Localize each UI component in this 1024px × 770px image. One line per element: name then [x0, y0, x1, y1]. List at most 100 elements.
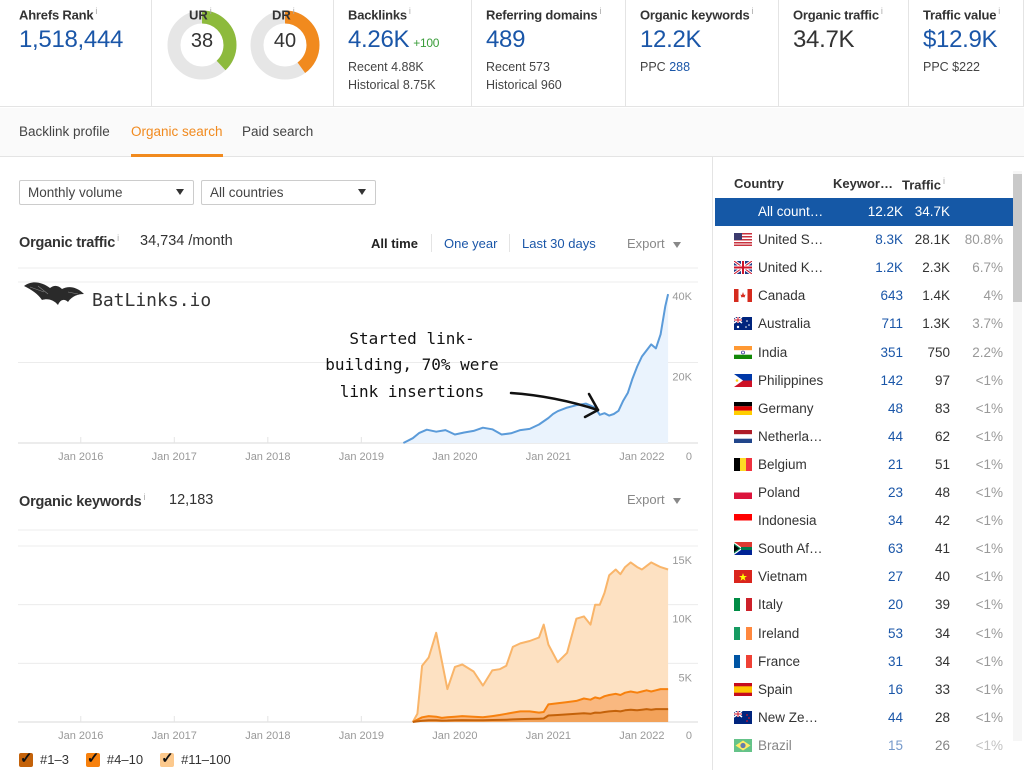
range-one-year[interactable]: One year	[444, 236, 497, 251]
info-icon[interactable]: i	[943, 176, 945, 186]
country-keywords[interactable]: 142	[880, 373, 903, 388]
checkbox-icon[interactable]	[19, 749, 33, 767]
y-tick-label: 0	[686, 451, 692, 463]
volume-select[interactable]: Monthly volume	[19, 180, 194, 205]
country-row[interactable]: Germany 48 83 <1%	[715, 395, 1013, 423]
country-keywords[interactable]: 53	[888, 626, 903, 641]
scrollbar-thumb[interactable]	[1013, 174, 1022, 302]
country-row[interactable]: Italy 20 39 <1%	[715, 591, 1013, 619]
info-icon[interactable]: i	[293, 6, 295, 16]
tab-paid-search[interactable]: Paid search	[242, 124, 313, 139]
range-all-time[interactable]: All time	[371, 236, 418, 251]
checkbox-icon[interactable]	[160, 749, 175, 767]
range-last-30-days[interactable]: Last 30 days	[522, 236, 596, 251]
traffic-export-button[interactable]: Export	[627, 236, 681, 251]
country-name: Australia	[758, 316, 811, 332]
country-row[interactable]: Canada 643 1.4K 4%	[715, 282, 1013, 310]
col-keywords[interactable]: Keywor…	[833, 176, 893, 191]
info-icon[interactable]: i	[95, 6, 97, 16]
backlinks-historical: Historical 8.75K	[348, 78, 436, 93]
country-traffic: 34	[934, 653, 950, 669]
organic-traffic-title: Organic traffic i	[19, 233, 119, 251]
col-country[interactable]: Country	[734, 176, 784, 191]
country-name: Ireland	[758, 625, 800, 641]
x-tick-label: Jan 2021	[526, 730, 571, 742]
country-traffic-share: <1%	[975, 569, 1003, 585]
col-traffic[interactable]: Traffic i	[902, 176, 945, 192]
flag-gb-icon	[734, 261, 752, 275]
metric-traffic-value: Traffic value i $12.9K PPC $222	[909, 0, 1024, 107]
info-icon[interactable]: i	[117, 233, 119, 243]
country-keywords[interactable]: 48	[888, 401, 903, 416]
ppc-keywords-link[interactable]: 288	[669, 60, 690, 74]
country-keywords[interactable]: 21	[888, 457, 903, 472]
checkbox-icon[interactable]	[85, 749, 100, 767]
info-icon[interactable]: i	[409, 6, 411, 16]
country-traffic-share: <1%	[975, 709, 1003, 725]
keywords-export-button[interactable]: Export	[627, 492, 681, 507]
country-row[interactable]: United S… 8.3K 28.1K 80.8%	[715, 226, 1013, 254]
country-row[interactable]: South Af… 63 41 <1%	[715, 535, 1013, 563]
info-icon[interactable]: i	[144, 492, 146, 502]
backlinks-value[interactable]: 4.26K +100	[348, 26, 471, 54]
country-row[interactable]: Poland 23 48 <1%	[715, 479, 1013, 507]
info-icon[interactable]: i	[599, 6, 601, 16]
country-row[interactable]: France 31 34 <1%	[715, 648, 1013, 676]
x-tick-label: Jan 2020	[432, 730, 477, 742]
country-keywords[interactable]: 8.3K	[875, 232, 903, 247]
x-tick-label: Jan 2022	[619, 451, 664, 463]
info-icon[interactable]: i	[998, 6, 1000, 16]
country-keywords[interactable]: 44	[888, 429, 903, 444]
legend-label: #1–3	[40, 752, 69, 767]
country-row[interactable]: Australia 711 1.3K 3.7%	[715, 310, 1013, 338]
referring-domains-value[interactable]: 489	[486, 26, 625, 54]
country-row[interactable]: Netherla… 44 62 <1%	[715, 423, 1013, 451]
country-traffic: 26	[934, 737, 950, 753]
country-keywords[interactable]: 16	[888, 682, 903, 697]
tab-backlink-profile[interactable]: Backlink profile	[19, 124, 110, 139]
country-keywords[interactable]: 31	[888, 654, 903, 669]
country-keywords[interactable]: 643	[880, 288, 903, 303]
country-select[interactable]: All countries	[201, 180, 376, 205]
country-keywords[interactable]: 23	[888, 485, 903, 500]
x-tick-label: Jan 2016	[58, 730, 103, 742]
country-row[interactable]: New Ze… 44 28 <1%	[715, 704, 1013, 732]
country-keywords[interactable]: 351	[880, 345, 903, 360]
country-row[interactable]: Brazil 15 26 <1%	[715, 732, 1013, 760]
country-keywords[interactable]: 1.2K	[875, 260, 903, 275]
legend-item-11-100[interactable]: #11–100	[160, 749, 231, 767]
dr-label: DR i	[272, 6, 295, 23]
country-row[interactable]: Spain 16 33 <1%	[715, 676, 1013, 704]
tab-organic-search[interactable]: Organic search	[131, 124, 223, 139]
info-icon[interactable]: i	[210, 6, 212, 16]
country-row[interactable]: Ireland 53 34 <1%	[715, 620, 1013, 648]
country-row[interactable]: Indonesia 34 42 <1%	[715, 507, 1013, 535]
country-keywords[interactable]: 34	[888, 513, 903, 528]
country-row[interactable]: India 351 750 2.2%	[715, 339, 1013, 367]
country-traffic: 48	[934, 485, 950, 500]
country-list-scrollbar[interactable]	[1013, 171, 1022, 741]
country-keywords[interactable]: 27	[888, 569, 903, 584]
ahrefs-rank-value[interactable]: 1,518,444	[19, 26, 151, 54]
country-keywords[interactable]: 711	[881, 316, 903, 331]
country-row-all[interactable]: All count… 12.2K 34.7K	[715, 198, 1013, 226]
info-icon[interactable]: i	[881, 6, 883, 16]
traffic-value-value[interactable]: $12.9K	[923, 26, 1023, 54]
country-keywords[interactable]: 12.2K	[868, 204, 903, 219]
legend-item-top3[interactable]: #1–3	[19, 749, 69, 767]
organic-keywords-value[interactable]: 12.2K	[640, 26, 778, 54]
legend-item-4-10[interactable]: #4–10	[85, 749, 143, 767]
country-keywords[interactable]: 63	[888, 541, 903, 556]
country-row[interactable]: Vietnam 27 40 <1%	[715, 563, 1013, 591]
country-keywords[interactable]: 44	[888, 710, 903, 725]
active-tab-indicator	[131, 154, 223, 157]
x-tick-label: Jan 2017	[152, 451, 197, 463]
country-row[interactable]: United K… 1.2K 2.3K 6.7%	[715, 254, 1013, 282]
country-keywords[interactable]: 15	[888, 738, 903, 753]
country-row[interactable]: Philippines 142 97 <1%	[715, 367, 1013, 395]
country-keywords[interactable]: 20	[888, 597, 903, 612]
info-icon[interactable]: i	[752, 6, 754, 16]
country-traffic-share: 80.8%	[964, 232, 1003, 248]
country-row[interactable]: Belgium 21 51 <1%	[715, 451, 1013, 479]
country-traffic: 34.7K	[914, 204, 950, 219]
